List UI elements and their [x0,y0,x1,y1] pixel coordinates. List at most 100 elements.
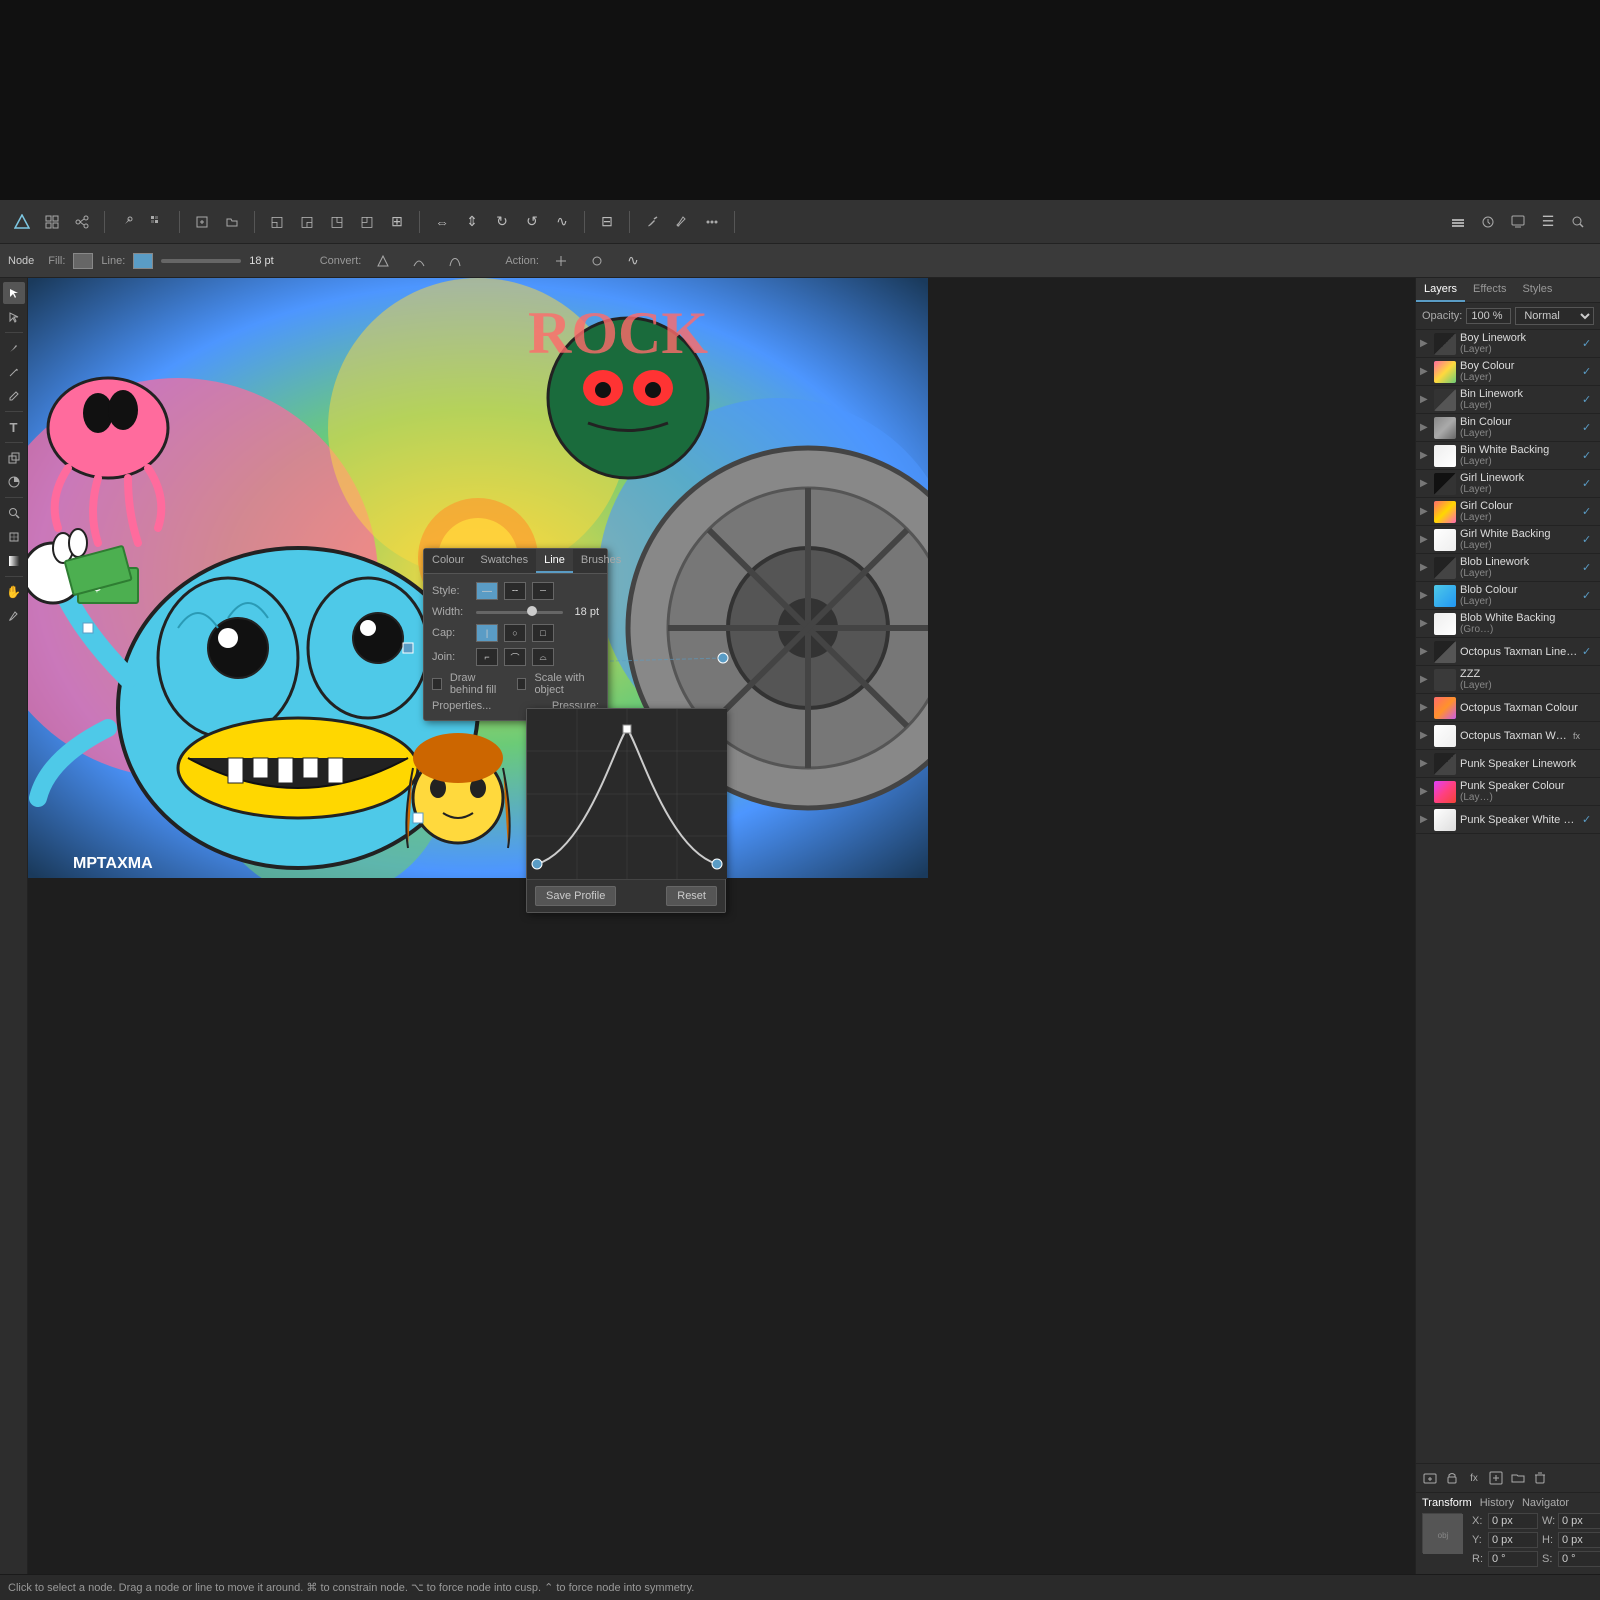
layer-item[interactable]: ▶ Boy Colour (Layer) ✓ [1416,358,1600,386]
layer-expand[interactable]: ▶ [1420,534,1434,545]
style-dashed1[interactable]: ╌ [504,582,526,600]
tab-history[interactable]: History [1480,1497,1514,1509]
toolbar-affinity-icon[interactable] [8,208,36,236]
toolbar-pixel-icon[interactable] [143,208,171,236]
tab-navigator[interactable]: Navigator [1522,1497,1569,1509]
layer-expand[interactable]: ▶ [1420,758,1434,769]
layer-expand[interactable]: ▶ [1420,702,1434,713]
toolbar-curve-icon[interactable]: ∿ [548,208,576,236]
layer-expand[interactable]: ▶ [1420,786,1434,797]
tool-shapes[interactable] [3,447,25,469]
layer-expand[interactable]: ▶ [1420,730,1434,741]
tab-line[interactable]: Line [536,549,573,573]
layer-visibility-check[interactable]: ✓ [1582,449,1596,462]
layer-item[interactable]: ▶ Blob Colour (Layer) ✓ [1416,582,1600,610]
layer-expand[interactable]: ▶ [1420,618,1434,629]
y-input[interactable] [1488,1532,1538,1548]
toolbar-rotate-icon[interactable]: ↻ [488,208,516,236]
layer-expand[interactable]: ▶ [1420,366,1434,377]
layer-expand[interactable]: ▶ [1420,506,1434,517]
tool-transform[interactable] [3,526,25,548]
tool-eyedrop[interactable] [3,605,25,627]
layer-item[interactable]: ▶ Octopus Taxman Linewo ✓ [1416,638,1600,666]
panel-delete-icon[interactable] [1530,1468,1550,1488]
layer-expand[interactable]: ▶ [1420,394,1434,405]
tab-transform[interactable]: Transform [1422,1497,1472,1509]
layer-item[interactable]: ▶ Girl Linework (Layer) ✓ [1416,470,1600,498]
layer-item[interactable]: ▶ Octopus Taxman Colour [1416,694,1600,722]
tool-colors[interactable] [3,471,25,493]
toolbar-ui1-icon[interactable] [1504,208,1532,236]
layer-item[interactable]: ▶ Punk Speaker White Back ✓ [1416,806,1600,834]
h-input[interactable] [1558,1532,1600,1548]
layer-expand[interactable]: ▶ [1420,590,1434,601]
layer-visibility-check[interactable]: ✓ [1582,533,1596,546]
save-profile-button[interactable]: Save Profile [535,886,616,906]
layer-item[interactable]: ▶ Blob White Backing (Gro…) [1416,610,1600,638]
layer-expand[interactable]: ▶ [1420,450,1434,461]
panel-add-group-icon[interactable] [1420,1468,1440,1488]
toolbar-flip-h-icon[interactable]: ⇔ [428,208,456,236]
layer-item[interactable]: ▶ Blob Linework (Layer) ✓ [1416,554,1600,582]
join-bevel[interactable]: ⌓ [532,648,554,666]
panel-fx-icon[interactable]: fx [1464,1468,1484,1488]
layer-visibility-check[interactable]: ✓ [1582,813,1596,826]
scale-with-object-checkbox[interactable] [517,678,527,690]
layer-item[interactable]: ▶ Bin White Backing (Layer) ✓ [1416,442,1600,470]
reset-button[interactable]: Reset [666,886,717,906]
action-btn2[interactable] [583,247,611,275]
tool-pencil[interactable] [3,361,25,383]
tab-styles[interactable]: Styles [1514,278,1560,302]
tool-hand[interactable]: ✋ [3,581,25,603]
r-input[interactable] [1488,1551,1538,1567]
pressure-canvas[interactable] [527,709,727,879]
action-btn1[interactable] [547,247,575,275]
layer-visibility-check[interactable]: ✓ [1582,365,1596,378]
toolbar-transform-icon2[interactable]: ◲ [293,208,321,236]
tool-gradient[interactable] [3,550,25,572]
toolbar-eyedrop-icon[interactable] [668,208,696,236]
layer-item[interactable]: ▶ Octopus Taxman White B fx [1416,722,1600,750]
properties-button[interactable]: Properties... [432,700,491,712]
layer-expand[interactable]: ▶ [1420,674,1434,685]
cap-flat[interactable]: | [476,624,498,642]
convert-btn1[interactable] [369,247,397,275]
layer-visibility-check[interactable]: ✓ [1582,589,1596,602]
layer-item[interactable]: ▶ ZZZ (Layer) [1416,666,1600,694]
layer-visibility-check[interactable]: ✓ [1582,477,1596,490]
opacity-input[interactable] [1466,308,1511,324]
tab-effects[interactable]: Effects [1465,278,1514,302]
layer-item[interactable]: ▶ Bin Colour (Layer) ✓ [1416,414,1600,442]
toolbar-history-icon[interactable] [1474,208,1502,236]
tool-pen[interactable] [3,337,25,359]
layer-expand[interactable]: ▶ [1420,646,1434,657]
w-input[interactable] [1558,1513,1600,1529]
join-round[interactable]: ⌒ [504,648,526,666]
line-swatch[interactable] [133,253,153,269]
toolbar-rotate2-icon[interactable]: ↺ [518,208,546,236]
convert-btn2[interactable] [405,247,433,275]
panel-add-icon[interactable] [1486,1468,1506,1488]
width-slider-thumb[interactable] [527,606,537,616]
toolbar-grid-icon[interactable] [38,208,66,236]
toolbar-flip-v-icon[interactable]: ⇕ [458,208,486,236]
draw-behind-fill-checkbox[interactable] [432,678,442,690]
layer-expand[interactable]: ▶ [1420,814,1434,825]
layer-item[interactable]: ▶ Punk Speaker Colour (Lay…) [1416,778,1600,806]
layer-item[interactable]: ▶ Punk Speaker Linework [1416,750,1600,778]
layer-visibility-check[interactable]: ✓ [1582,393,1596,406]
blend-mode-select[interactable]: Normal [1515,307,1594,325]
toolbar-layers-icon[interactable] [1444,208,1472,236]
convert-btn3[interactable] [441,247,469,275]
layer-item[interactable]: ▶ Girl Colour (Layer) ✓ [1416,498,1600,526]
tool-node[interactable] [3,306,25,328]
layers-list[interactable]: ▶ Boy Linework (Layer) ✓ ▶ Boy Colour (L… [1416,330,1600,1463]
fill-swatch[interactable] [73,253,93,269]
canvas-area[interactable]: ROCK $ INCOME [28,278,1415,1574]
style-solid[interactable]: — [476,582,498,600]
toolbar-align-icon[interactable]: ⊟ [593,208,621,236]
layer-item[interactable]: ▶ Bin Linework (Layer) ✓ [1416,386,1600,414]
layer-visibility-check[interactable]: ✓ [1582,505,1596,518]
layer-expand[interactable]: ▶ [1420,478,1434,489]
toolbar-more-icon[interactable] [698,208,726,236]
